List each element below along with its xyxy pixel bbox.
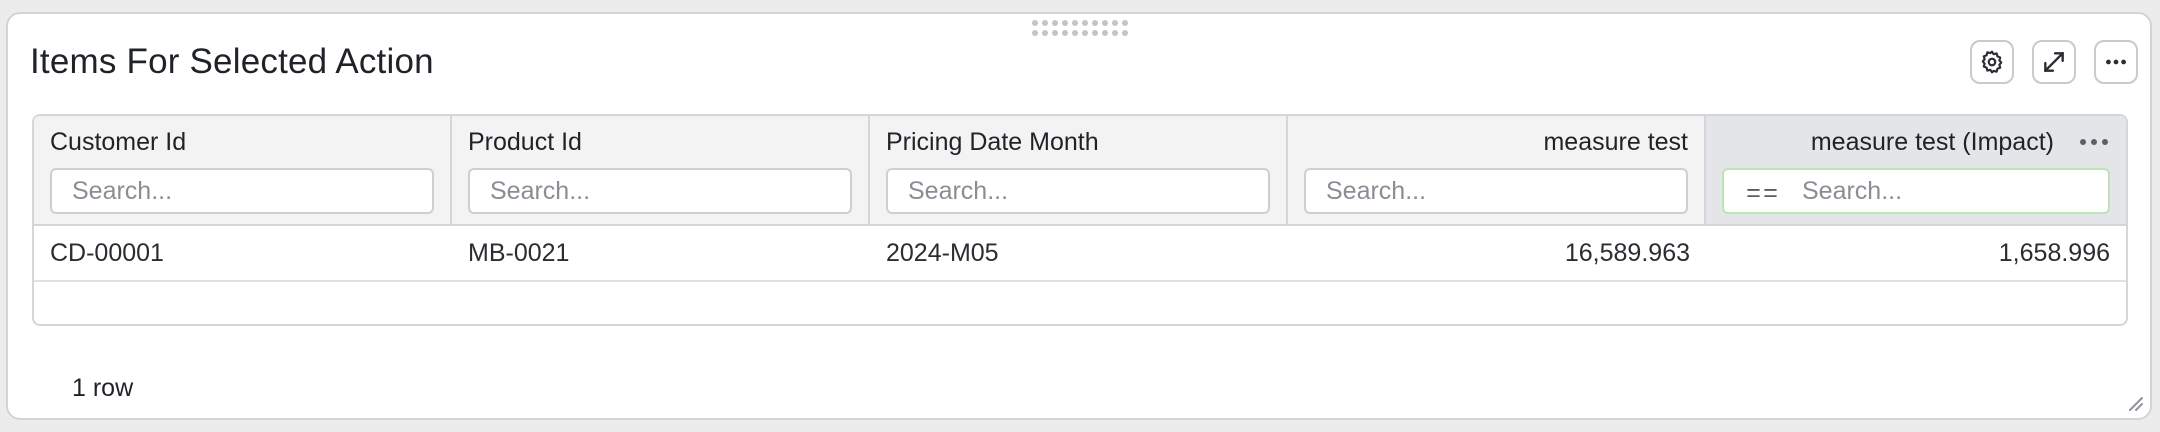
- table-header-row: Customer Id Product Id Pricing Date Mont…: [34, 116, 2126, 226]
- measure-test-impact-search-input[interactable]: [1722, 168, 2110, 214]
- cell-pricing-date-month: 2024-M05: [886, 239, 999, 267]
- expand-button[interactable]: [2032, 40, 2076, 84]
- column-menu-icon[interactable]: [2080, 132, 2108, 152]
- column-header-customer-id[interactable]: Customer Id: [34, 116, 452, 224]
- resize-handle-icon[interactable]: [2122, 390, 2144, 412]
- settings-button[interactable]: [1970, 40, 2014, 84]
- column-header-product-id[interactable]: Product Id: [452, 116, 870, 224]
- measure-test-search-input[interactable]: [1304, 168, 1688, 214]
- items-panel: Items For Selected Action Customer Id Se…: [6, 12, 2152, 420]
- column-label: measure test: [1543, 128, 1688, 156]
- customer-id-search-input[interactable]: [50, 168, 434, 214]
- product-id-search-input[interactable]: [468, 168, 852, 214]
- column-label: Customer Id: [50, 128, 187, 156]
- expand-icon: [2044, 52, 2064, 72]
- column-header-measure-test[interactable]: measure test: [1288, 116, 1706, 224]
- column-header-measure-test-impact[interactable]: measure test (Impact) ==: [1706, 116, 2126, 224]
- cell-product-id: MB-0021: [468, 239, 570, 267]
- drag-handle[interactable]: [1032, 20, 1136, 38]
- more-options-button[interactable]: [2094, 40, 2138, 84]
- gear-icon: [1981, 50, 2003, 74]
- column-label: Pricing Date Month: [886, 128, 1099, 156]
- table-row[interactable]: CD-00001 MB-0021 2024-M05 16,589.963 1,6…: [34, 226, 2126, 282]
- pricing-date-month-search-input[interactable]: [886, 168, 1270, 214]
- panel-toolbar: [1970, 40, 2138, 84]
- column-label: measure test (Impact): [1810, 128, 2054, 156]
- filter-operator[interactable]: ==: [1746, 180, 1780, 209]
- row-count: 1 row: [72, 374, 134, 402]
- cell-measure-test-impact: 1,658.996: [1998, 239, 2110, 267]
- column-label: Product Id: [468, 128, 582, 156]
- more-horizontal-icon: [2106, 59, 2126, 65]
- cell-measure-test: 16,589.963: [1564, 239, 1690, 267]
- cell-customer-id: CD-00001: [50, 239, 164, 267]
- panel-title: Items For Selected Action: [30, 42, 434, 81]
- data-table: Customer Id Product Id Pricing Date Mont…: [32, 114, 2128, 326]
- column-header-pricing-date-month[interactable]: Pricing Date Month: [870, 116, 1288, 224]
